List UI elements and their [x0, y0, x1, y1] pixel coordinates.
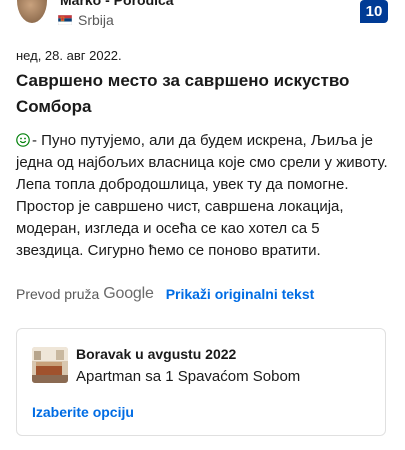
- review-date: нед, 28. авг 2022.: [16, 48, 122, 63]
- choose-option-link[interactable]: Izaberite opciju: [32, 404, 134, 420]
- reviewer-country: Srbija: [78, 12, 114, 28]
- review-score-badge: 10: [360, 0, 388, 23]
- avatar: [17, 0, 47, 23]
- room-thumbnail[interactable]: [32, 347, 68, 383]
- stay-period: Boravak u avgustu 2022: [76, 346, 237, 362]
- serbia-flag-icon: [58, 15, 72, 25]
- review-body: - Пуно путујемо, али да будем искрена, Љ…: [16, 130, 391, 262]
- stay-card: Boravak u avgustu 2022 Apartman sa 1 Spa…: [16, 328, 386, 436]
- smiley-icon: [16, 133, 30, 147]
- google-logo: Google: [103, 285, 154, 302]
- translation-row: Prevod pruža Google Prikaži originalni t…: [16, 285, 314, 303]
- review-body-text: - Пуно путујемо, али да будем искрена, Љ…: [16, 132, 388, 259]
- translation-prefix: Prevod pruža: [16, 286, 100, 302]
- show-original-text-link[interactable]: Prikaži originalni tekst: [166, 286, 315, 302]
- reviewer-name: Marko - Porodica: [60, 0, 174, 8]
- country-row: Srbija: [58, 12, 114, 28]
- review-title: Савршено место за савршено искуство Сомб…: [16, 71, 350, 116]
- room-type: Apartman sa 1 Spavaćom Sobom: [76, 368, 301, 385]
